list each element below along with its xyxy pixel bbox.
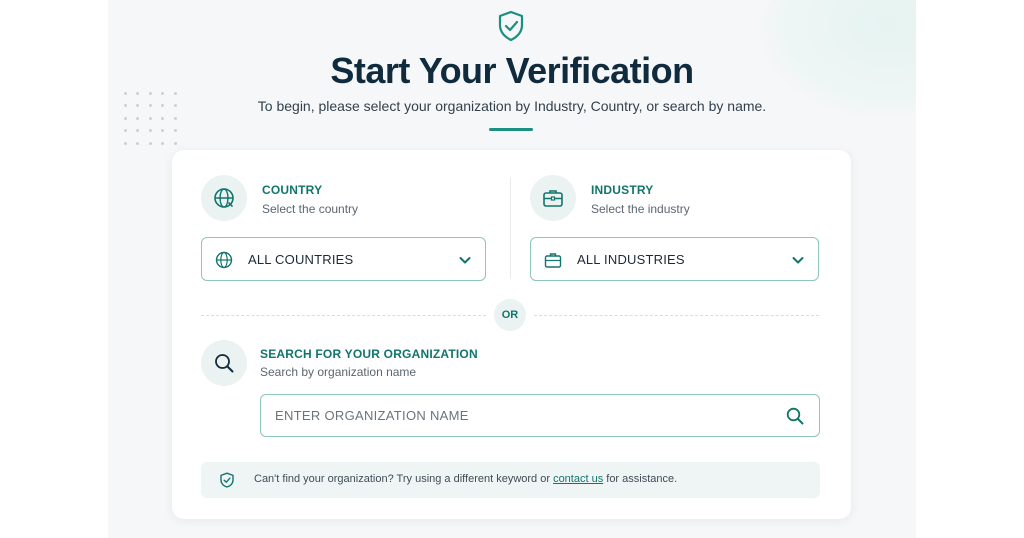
help-notice-text: Can't find your organization? Try using … [254,473,677,485]
organization-search-input[interactable] [275,395,765,435]
chevron-down-icon [792,257,804,264]
chevron-down-icon [459,257,471,264]
page-subtitle: To begin, please select your organizatio… [257,98,767,114]
shield-check-icon [220,472,234,488]
section-divider [510,178,511,278]
or-badge: OR [494,299,526,331]
industry-section-title: INDUSTRY [591,183,654,197]
search-section-subtitle: Search by organization name [260,365,417,379]
help-notice: Can't find your organization? Try using … [201,462,820,498]
or-divider-line-left [201,315,486,316]
briefcase-icon [543,190,563,207]
country-section-title: COUNTRY [262,183,323,197]
help-notice-text-after: for assistance. [603,473,678,485]
industry-select[interactable]: ALL INDUSTRIES [530,237,819,281]
industry-icon-badge [530,175,576,221]
shield-check-icon [498,10,524,42]
verification-card: COUNTRY Select the country ALL COUNTRIES… [172,150,851,519]
title-accent-bar [489,128,533,131]
country-section-subtitle: Select the country [262,202,359,216]
industry-section-subtitle: Select the industry [591,202,690,216]
search-icon-badge [201,340,247,386]
country-select-value: ALL COUNTRIES [248,252,354,267]
search-icon [215,354,234,373]
help-notice-text-before: Can't find your organization? Try using … [254,473,554,485]
search-icon[interactable] [785,406,805,426]
or-divider-line-right [534,315,819,316]
globe-icon [214,188,234,208]
contact-us-link[interactable]: contact us [553,473,603,485]
industry-select-value: ALL INDUSTRIES [577,252,685,267]
page-title: Start Your Verification [330,50,694,91]
globe-icon [215,251,233,269]
country-select[interactable]: ALL COUNTRIES [201,237,486,281]
briefcase-icon [544,253,562,268]
organization-search-field [260,394,820,437]
search-section-title: SEARCH FOR YOUR ORGANIZATION [260,347,478,361]
country-icon-badge [201,175,247,221]
